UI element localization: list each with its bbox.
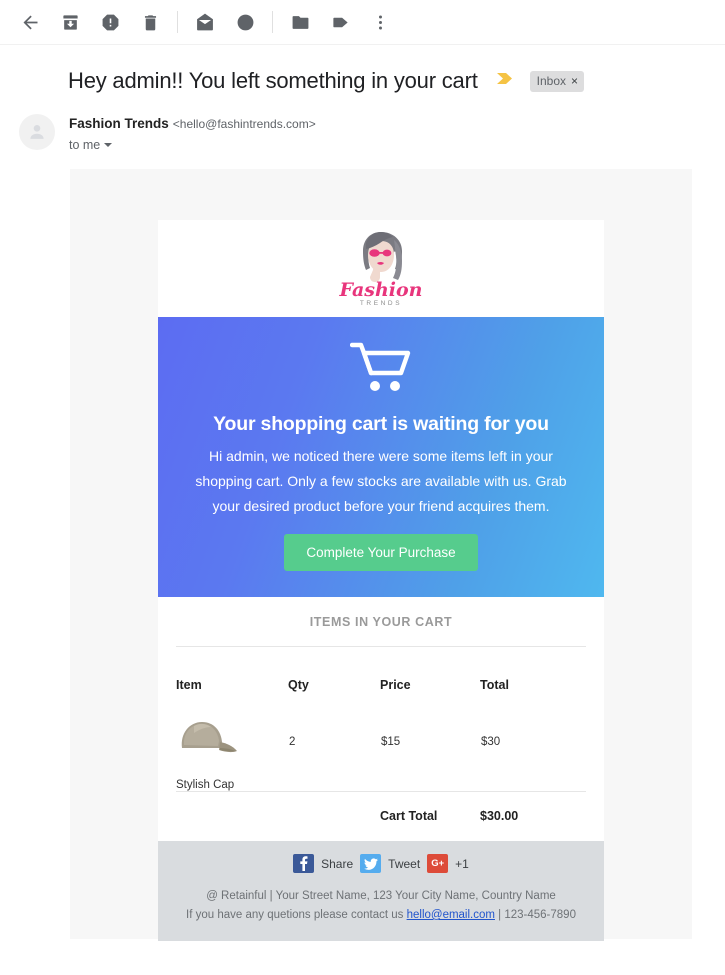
- snooze-clock-icon: [236, 13, 255, 32]
- sender-meta: Fashion Trends <hello@fashintrends.com> t…: [69, 114, 316, 152]
- facebook-share-label: Share: [321, 856, 354, 871]
- delete-icon: [141, 13, 160, 32]
- google-plus-icon: G+: [427, 854, 449, 873]
- cart-icon-wrap: [184, 341, 578, 401]
- report-spam-button[interactable]: [90, 2, 130, 42]
- label-tag-icon: [331, 13, 350, 32]
- fashion-trends-logo: Fashion TRENDS: [339, 231, 422, 307]
- labels-button[interactable]: [320, 2, 360, 42]
- column-header-price: Price: [380, 678, 411, 692]
- toolbar-divider-2: [272, 11, 273, 33]
- footer-contact-email-link[interactable]: hello@email.com: [407, 909, 495, 921]
- sender-line: Fashion Trends <hello@fashintrends.com>: [69, 115, 316, 133]
- googleplus-plusone-label: +1: [455, 856, 469, 871]
- cart-total-label: Cart Total: [380, 809, 438, 823]
- facebook-share-button[interactable]: Share: [293, 854, 353, 873]
- move-to-icon: [291, 13, 310, 32]
- toolbar-divider-1: [177, 11, 178, 33]
- footer-contact-prefix: If you have any quetions please contact …: [186, 909, 404, 921]
- hero-title: Your shopping cart is waiting for you: [213, 413, 549, 435]
- table-header-row: Item Qty Price Total: [176, 647, 586, 692]
- footer-address: @ Retainful | Your Street Name, 123 Your…: [206, 890, 556, 902]
- column-header-item: Item: [176, 678, 202, 692]
- subject-row: Hey admin!! You left something in your c…: [0, 45, 725, 95]
- important-marker-button[interactable]: [496, 71, 513, 91]
- more-options-icon: [371, 13, 390, 32]
- more-options-button[interactable]: [360, 2, 400, 42]
- hero-body-text: Hi admin, we noticed there were some ite…: [195, 448, 567, 514]
- email-body: Fashion TRENDS Your shopping cart is wai…: [70, 169, 692, 941]
- avatar: [19, 114, 55, 150]
- product-total: $30: [481, 735, 501, 748]
- facebook-icon: [293, 854, 315, 873]
- page-title: Hey admin!! You left something in your c…: [68, 68, 478, 93]
- archive-button[interactable]: [50, 2, 90, 42]
- footer-contact: If you have any quetions please contact …: [168, 906, 594, 925]
- label-chip-inbox[interactable]: Inbox ×: [529, 70, 585, 92]
- table-row: Stylish Cap 2 $15 $30: [176, 692, 586, 791]
- column-header-qty: Qty: [288, 678, 309, 692]
- cart-items-section: ITEMS IN YOUR CART Item Qty Price Total: [158, 597, 604, 841]
- snooze-button[interactable]: [225, 2, 265, 42]
- back-icon: [20, 12, 41, 33]
- sender-name: Fashion Trends: [69, 116, 169, 131]
- svg-text:Fashion: Fashion: [339, 279, 422, 301]
- recipient-label: to me: [69, 138, 101, 152]
- product-price: $15: [381, 735, 401, 748]
- product-cell: Stylish Cap: [176, 692, 288, 791]
- twitter-icon: [360, 854, 382, 873]
- archive-icon: [61, 13, 80, 32]
- sender-row: Fashion Trends <hello@fashintrends.com> t…: [0, 95, 725, 152]
- label-chip-text: Inbox: [536, 73, 566, 88]
- email-card: Fashion TRENDS Your shopping cart is wai…: [158, 220, 604, 941]
- cart-total-value: $30.00: [480, 809, 519, 823]
- chevron-down-icon: [104, 143, 113, 147]
- report-spam-icon: [101, 13, 120, 32]
- twitter-tweet-label: Tweet: [388, 856, 421, 871]
- hero-banner: Your shopping cart is waiting for you Hi…: [158, 317, 604, 597]
- email-footer: Share Tweet G+ +1 @ Retainful | Your Str…: [158, 841, 604, 941]
- footer-contact-phone: | 123-456-7890: [498, 909, 576, 921]
- sender-email: <hello@fashintrends.com>: [172, 117, 316, 131]
- total-spacer-2: [288, 792, 380, 841]
- googleplus-plusone-button[interactable]: G+ +1: [427, 854, 469, 873]
- stylish-cap-image: [176, 722, 242, 763]
- mail-toolbar: [0, 0, 725, 45]
- svg-text:TRENDS: TRENDS: [360, 300, 402, 307]
- cart-table: Item Qty Price Total Stylish Cap 2 $15 $…: [176, 647, 586, 791]
- total-spacer-1: [176, 792, 288, 841]
- back-button[interactable]: [10, 2, 50, 42]
- cart-total-table: Cart Total $30.00: [176, 792, 586, 841]
- product-name: Stylish Cap: [176, 779, 235, 791]
- mark-unread-icon: [195, 12, 215, 32]
- complete-purchase-button[interactable]: Complete Your Purchase: [284, 534, 478, 571]
- mark-unread-button[interactable]: [185, 2, 225, 42]
- shopping-cart-icon: [349, 341, 412, 401]
- product-qty: 2: [289, 735, 296, 748]
- delete-button[interactable]: [130, 2, 170, 42]
- move-to-button[interactable]: [280, 2, 320, 42]
- important-chevron-icon: [496, 71, 513, 91]
- brand-logo-header: Fashion TRENDS: [158, 220, 604, 317]
- cart-section-title: ITEMS IN YOUR CART: [309, 615, 453, 629]
- twitter-tweet-button[interactable]: Tweet: [360, 854, 420, 873]
- cart-total-row: Cart Total $30.00: [176, 792, 586, 841]
- social-share-row: Share Tweet G+ +1: [168, 854, 594, 873]
- recipient-toggle[interactable]: to me: [69, 138, 113, 152]
- label-chip-remove-icon[interactable]: ×: [571, 75, 578, 87]
- column-header-total: Total: [480, 678, 509, 692]
